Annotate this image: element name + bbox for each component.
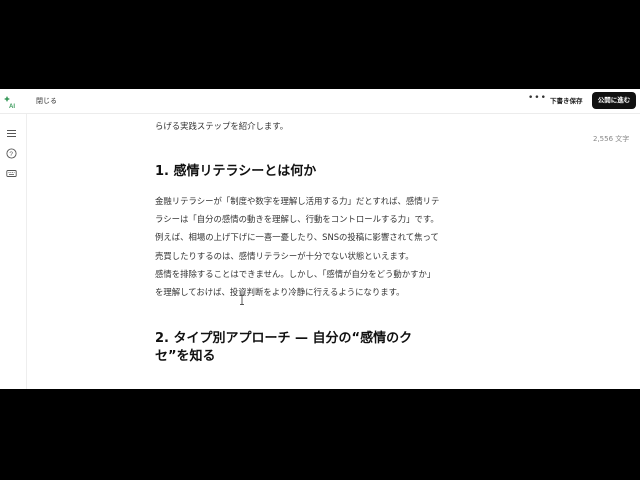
ai-assistant-icon[interactable]: AI bbox=[4, 95, 18, 109]
intro-paragraph-tail: らげる実践ステップを紹介します。 bbox=[155, 121, 289, 131]
save-draft-button[interactable]: 下書き保存 bbox=[545, 93, 588, 109]
section-heading-2-line2: セ”を知る bbox=[155, 349, 216, 364]
paragraph-line: ラシーは「自分の感情の動きを理解し、行動をコントロールする力」です。 bbox=[155, 214, 439, 224]
paragraph-line: 感情を排除することはできません。しかし、「感情が自分をどう動かすか」 bbox=[155, 269, 436, 279]
paragraph-line: 金融リテラシーが「制度や数字を理解し活用する力」だとすれば、感情リテ bbox=[155, 196, 440, 206]
svg-text:AI: AI bbox=[9, 104, 15, 109]
table-of-contents-icon[interactable] bbox=[6, 128, 17, 139]
paragraph-line: 売買したりするのは、感情リテラシーが十分でない状態といえます。 bbox=[155, 251, 414, 261]
word-count: 2,556 文字 bbox=[593, 135, 630, 143]
section-heading-1: 1. 感情リテラシーとは何か bbox=[155, 164, 317, 179]
help-icon[interactable]: ? bbox=[6, 148, 17, 159]
publish-button[interactable]: 公開に進む bbox=[592, 92, 636, 109]
top-bar: AI 閉じる ••• 下書き保存 公開に進む bbox=[0, 89, 640, 114]
close-button[interactable]: 閉じる bbox=[36, 96, 57, 106]
paragraph-line: を理解しておけば、投資判断をより冷静に行えるようになります。 bbox=[155, 287, 405, 297]
editor-window: AI 閉じる ••• 下書き保存 公開に進む ? 2,556 文字 らげる実践ス… bbox=[0, 89, 640, 389]
section-heading-2-line1: 2. タイプ別アプローチ — 自分の“感情のク bbox=[155, 331, 413, 346]
keyboard-icon[interactable] bbox=[6, 168, 17, 179]
text-cursor-icon bbox=[240, 295, 244, 305]
paragraph-line: 例えば、相場の上げ下げに一喜一憂したり、SNSの投稿に影響されて焦って bbox=[155, 232, 439, 242]
editor-sidebar: ? bbox=[0, 114, 27, 389]
svg-text:?: ? bbox=[9, 151, 13, 158]
